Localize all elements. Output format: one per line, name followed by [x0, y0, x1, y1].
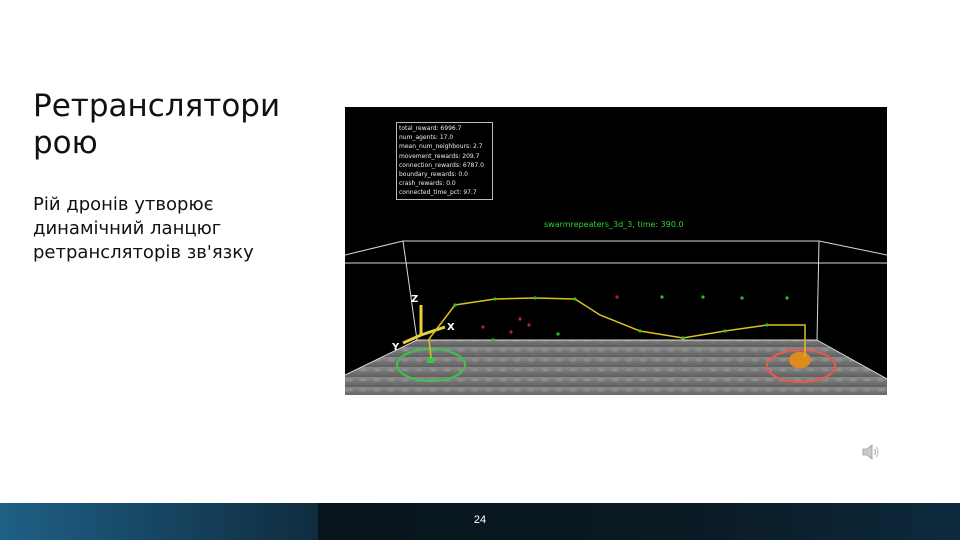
body-line: ретрансляторів зв'язку	[33, 242, 254, 263]
stat-line: mean_num_neighbours: 2.7	[399, 143, 483, 151]
goal-target	[789, 352, 811, 368]
speaker-icon[interactable]	[860, 440, 884, 464]
simulation-title: swarmrepeaters_3d_3, time: 390.0	[544, 220, 684, 229]
relay-drones	[453, 296, 769, 340]
slide-title: Ретранслятори рою	[33, 88, 280, 162]
free-drones	[491, 295, 789, 342]
axis-label-z: Z	[411, 294, 418, 305]
footer-accent	[0, 503, 318, 540]
stat-line: boundary_rewards: 0.0	[399, 171, 468, 179]
body-line: динамічний ланцюг	[33, 218, 222, 239]
stat-line: crash_rewards: 0.0	[399, 180, 456, 188]
footer-bar: 24	[0, 503, 960, 540]
page-number: 24	[473, 514, 487, 526]
slide-title-line: рою	[33, 125, 98, 161]
stat-line: num_agents: 17.0	[399, 134, 454, 142]
stat-line: movement_rewards: 209.7	[399, 152, 480, 160]
stat-line: connection_rewards: 6787.0	[399, 161, 484, 169]
footer-dark	[318, 503, 960, 540]
slide-body: Рій дронів утворює динамічний ланцюг рет…	[33, 193, 254, 265]
slide-title-line: Ретранслятори	[33, 88, 281, 124]
stats-panel: total_reward: 6996.7 num_agents: 17.0 me…	[396, 122, 493, 200]
axis-label-y: Y	[391, 342, 400, 353]
axis-label-x: X	[447, 322, 455, 333]
body-line: Рій дронів утворює	[33, 194, 214, 215]
stat-line: connected_time_pct: 97.7	[399, 189, 477, 197]
simulation-video[interactable]: Z X Y total_reward: 6996.7 num_agents: 1…	[345, 107, 887, 395]
axes-gizmo	[402, 305, 446, 345]
stat-line: total_reward: 6996.7	[399, 125, 462, 132]
